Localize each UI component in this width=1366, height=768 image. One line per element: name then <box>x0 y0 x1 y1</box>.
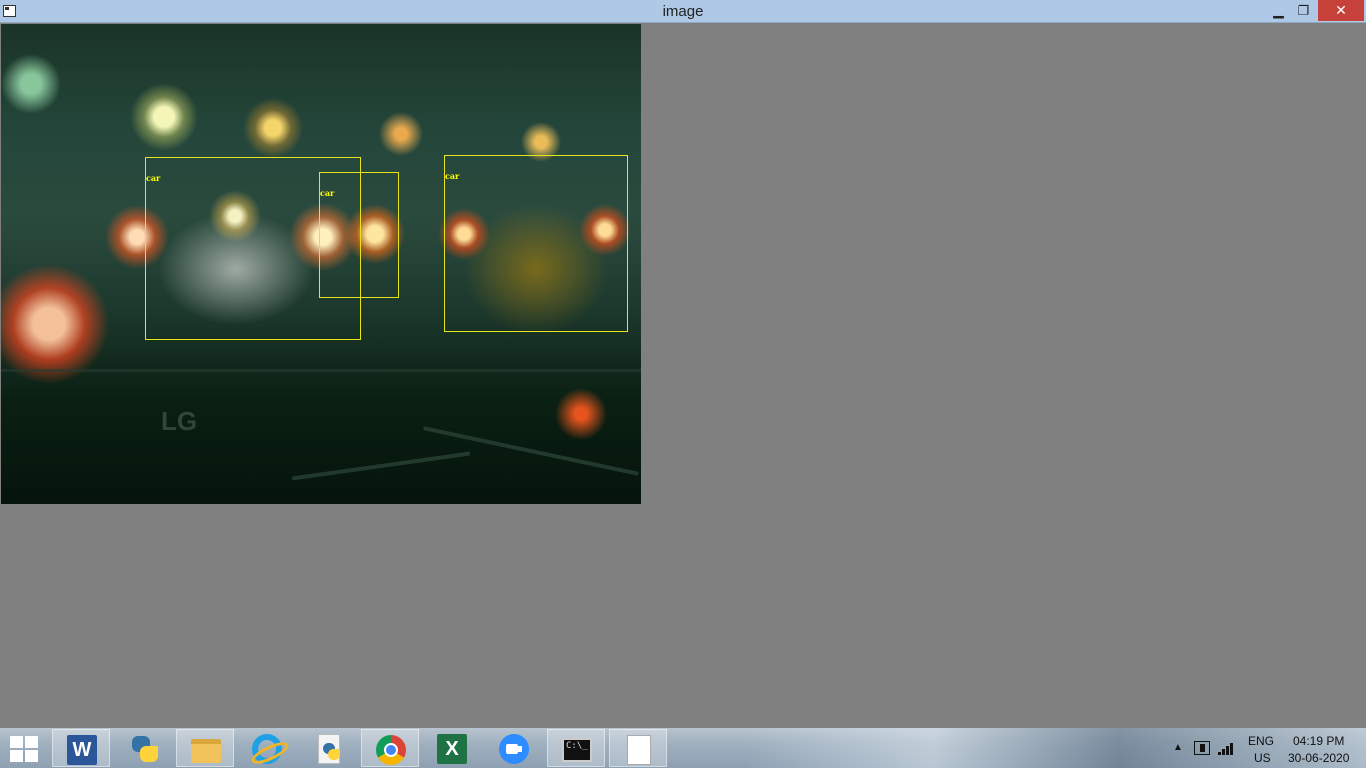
window-title: image <box>662 3 704 20</box>
network-signal-icon[interactable] <box>1218 741 1236 755</box>
chrome-icon <box>376 735 406 765</box>
taskbar-item-excel[interactable]: X <box>423 729 481 767</box>
taskbar: W X C:\_ ▲ ENG US 04:19 PM 30-06-2020 <box>0 728 1366 768</box>
taskbar-item-file-explorer[interactable] <box>176 729 234 767</box>
close-button[interactable]: ✕ <box>1318 0 1364 21</box>
image-viewport: LG car car car <box>1 24 641 504</box>
minimize-button[interactable]: ▁ <box>1265 0 1292 21</box>
folder-icon <box>191 739 221 763</box>
taskbar-item-internet-explorer[interactable] <box>238 729 296 767</box>
excel-icon: X <box>437 734 467 764</box>
taskbar-item-command-prompt[interactable]: C:\_ <box>547 729 605 767</box>
minimize-icon: ▁ <box>1273 3 1284 18</box>
taskbar-item-image-window[interactable] <box>609 729 667 767</box>
python-idle-icon <box>130 734 160 764</box>
taskbar-item-python-idle[interactable] <box>116 729 174 767</box>
internet-explorer-icon <box>252 734 282 764</box>
cable <box>291 451 471 481</box>
cmd-icon: C:\_ <box>562 738 592 762</box>
detection-label: car <box>445 171 460 181</box>
input-region[interactable]: US <box>1254 751 1271 768</box>
restore-button[interactable]: ❐ <box>1290 0 1317 21</box>
window-titlebar[interactable]: image ▁ ❐ ✕ <box>0 0 1366 23</box>
word-icon: W <box>67 735 101 765</box>
windows-logo-icon <box>10 736 23 748</box>
taskbar-item-python[interactable] <box>300 729 358 767</box>
detection-label: car <box>320 188 335 198</box>
show-hidden-icons-button[interactable]: ▲ <box>1173 742 1183 768</box>
monitor-logo: LG <box>161 406 198 436</box>
restore-icon: ❐ <box>1297 3 1310 18</box>
clock-date[interactable]: 30-06-2020 <box>1288 751 1349 768</box>
desk-edge <box>1 369 641 372</box>
taskbar-item-chrome[interactable] <box>361 729 419 767</box>
cable <box>422 426 640 476</box>
start-button[interactable] <box>10 736 38 762</box>
close-icon: ✕ <box>1335 2 1347 18</box>
taskbar-item-word[interactable]: W <box>52 729 110 767</box>
python-icon <box>318 734 340 764</box>
battery-icon[interactable] <box>1194 741 1210 755</box>
detection-box: car <box>444 155 628 332</box>
detection-box: car <box>319 172 399 298</box>
taskbar-item-zoom[interactable] <box>485 729 543 767</box>
blank-window-icon <box>627 735 651 765</box>
zoom-icon <box>499 734 529 764</box>
detection-label: car <box>146 173 161 183</box>
